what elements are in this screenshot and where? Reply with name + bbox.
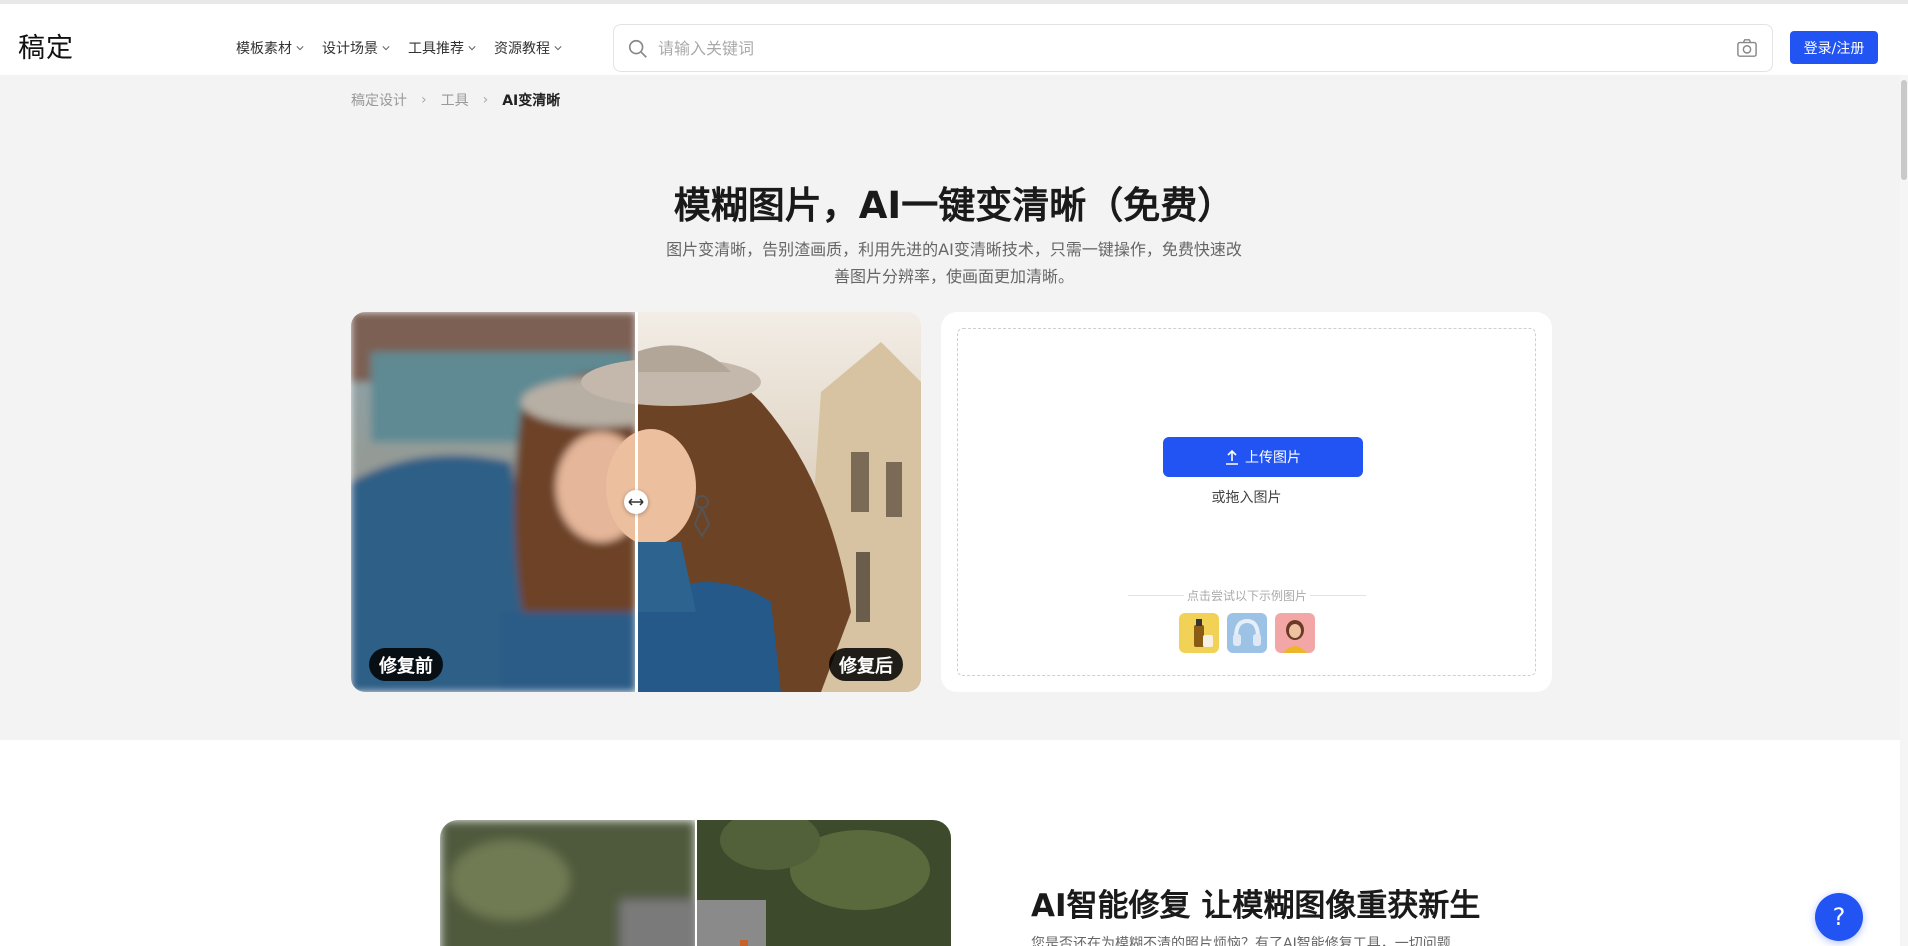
- chevron-down-icon: [554, 46, 562, 51]
- after-label: 修复后: [829, 648, 903, 681]
- nav-item-resources[interactable]: 资源教程: [494, 38, 562, 58]
- upload-image-button[interactable]: 上传图片: [1163, 437, 1363, 477]
- top-header: 稿定 模板素材 设计场景 工具推荐 资源教程 登录/注册: [0, 0, 1908, 75]
- section-title: AI智能修复 让模糊图像重获新生: [1031, 888, 1481, 924]
- upload-button-label: 上传图片: [1245, 450, 1301, 466]
- page-title: 模糊图片，AI一键变清晰（免费）: [673, 184, 1235, 227]
- nav-item-label: 工具推荐: [408, 41, 464, 57]
- before-label: 修复前: [369, 648, 443, 681]
- help-button[interactable]: ?: [1815, 893, 1863, 941]
- upload-icon: [1226, 449, 1238, 465]
- search-bar: [613, 24, 1773, 72]
- upload-card: 上传图片 或拖入图片 点击尝试以下示例图片: [941, 312, 1552, 692]
- sample-image-headphones[interactable]: [1227, 613, 1267, 653]
- nav-item-tools[interactable]: 工具推荐: [408, 38, 476, 58]
- breadcrumb-current: AI变清晰: [502, 93, 561, 109]
- nav-item-label: 设计场景: [322, 41, 378, 57]
- sample-hint: 点击尝试以下示例图片: [1128, 587, 1366, 604]
- nav-item-scenes[interactable]: 设计场景: [322, 38, 390, 58]
- sample-image-bottle[interactable]: [1179, 613, 1219, 653]
- search-icon: [628, 39, 647, 58]
- sample-images: [1179, 613, 1315, 653]
- breadcrumb-separator: ›: [421, 92, 427, 108]
- nav-item-label: 模板素材: [236, 41, 292, 57]
- comparison-slider-handle[interactable]: [624, 490, 648, 514]
- before-after-comparison[interactable]: 修复前 修复后: [351, 312, 921, 692]
- breadcrumb-home[interactable]: 稿定设计: [351, 90, 407, 110]
- login-register-button[interactable]: 登录/注册: [1790, 31, 1878, 64]
- section-description: 您是否还在为模糊不清的照片烦恼？有了AI智能修复工具，一切问题: [1031, 936, 1451, 946]
- page-subtitle: 图片变清晰，告别渣画质，利用先进的AI变清晰技术，只需一键操作，免费快速改善图片…: [666, 240, 1242, 286]
- breadcrumb-separator: ›: [482, 92, 489, 108]
- scrollbar-track[interactable]: [1900, 75, 1908, 946]
- scrollbar-thumb[interactable]: [1901, 80, 1907, 180]
- chevron-down-icon: [296, 46, 304, 51]
- sample-image-portrait[interactable]: [1275, 613, 1315, 653]
- nav-item-label: 资源教程: [494, 41, 550, 57]
- nav-item-templates[interactable]: 模板素材: [236, 38, 304, 58]
- site-logo[interactable]: 稿定: [18, 26, 74, 65]
- drop-zone[interactable]: 上传图片 或拖入图片 点击尝试以下示例图片: [957, 328, 1536, 676]
- main-nav: 模板素材 设计场景 工具推荐 资源教程: [236, 38, 562, 58]
- breadcrumb-tools[interactable]: 工具: [441, 90, 469, 110]
- search-input[interactable]: [658, 25, 1708, 71]
- drag-hint: 或拖入图片: [1211, 490, 1282, 506]
- chevron-down-icon: [382, 46, 390, 51]
- camera-icon[interactable]: [1736, 38, 1758, 58]
- arrows-horizontal-icon: [628, 498, 644, 506]
- breadcrumb: 稿定设计 › 工具 › AI变清晰: [351, 90, 560, 110]
- chevron-down-icon: [468, 46, 476, 51]
- feature-image: [440, 820, 951, 946]
